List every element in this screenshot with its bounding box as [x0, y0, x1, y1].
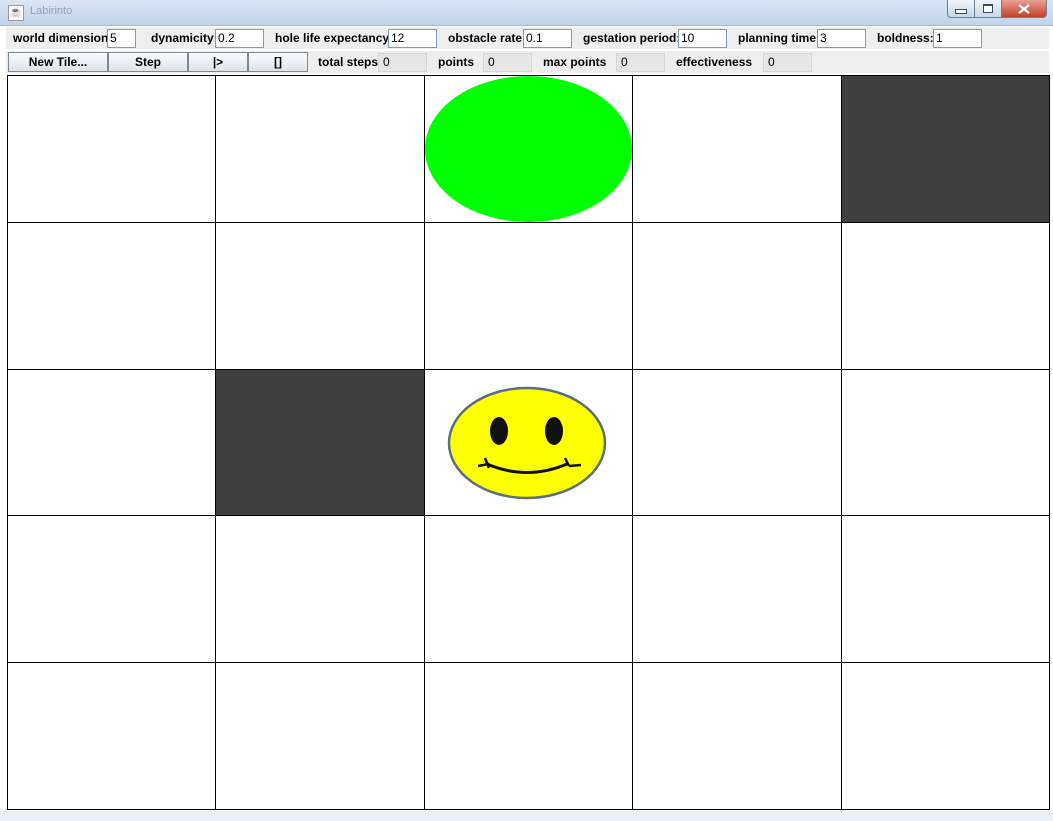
grid-cell-2-0[interactable]	[7, 368, 216, 516]
window-title: Labirinto	[30, 5, 73, 17]
grid-cell-4-4[interactable]	[840, 662, 1049, 809]
max-points-label: max points	[543, 55, 607, 69]
java-app-icon: ☕	[8, 5, 24, 21]
grid-cell-3-0[interactable]	[7, 515, 216, 663]
minimize-button[interactable]	[947, 0, 974, 18]
grid-cell-2-3[interactable]	[632, 368, 841, 516]
new-tile-button[interactable]: New Tile...	[8, 52, 108, 72]
grid-cell-1-1[interactable]	[215, 221, 424, 369]
grid-cell-2-2[interactable]	[423, 368, 633, 516]
world-grid[interactable]	[7, 75, 1050, 810]
agent-smiley-icon	[447, 386, 607, 500]
close-button[interactable]	[1001, 0, 1047, 18]
grid-cell-4-2[interactable]	[423, 662, 633, 809]
planning-time-field[interactable]: 3	[817, 29, 866, 48]
effectiveness-value: 0	[763, 53, 812, 72]
grid-cell-0-2[interactable]	[423, 75, 633, 222]
window-controls	[947, 0, 1047, 18]
grid-cell-3-1[interactable]	[215, 515, 424, 663]
grid-cell-4-3[interactable]	[632, 662, 841, 809]
max-points-value: 0	[616, 53, 665, 72]
grid-cell-1-2[interactable]	[423, 221, 633, 369]
parameters-panel: world dimension 5 dynamicity: 0.2 hole l…	[6, 27, 1049, 49]
grid-cell-0-3[interactable]	[632, 75, 841, 222]
grid-cell-0-1[interactable]	[215, 75, 424, 222]
total-steps-label: total steps	[318, 55, 379, 69]
points-value: 0	[483, 53, 532, 72]
obstacle-cell-2-1[interactable]	[215, 368, 424, 516]
grid-cell-2-4[interactable]	[840, 368, 1049, 516]
grid-cell-1-0[interactable]	[7, 221, 216, 369]
planning-time-label: planning time:	[738, 31, 820, 45]
gestation-period-label: gestation period:	[583, 31, 681, 45]
gestation-period-field[interactable]: 10	[678, 29, 727, 48]
boldness-label: boldness:	[877, 31, 934, 45]
world-dimension-label: world dimension	[13, 31, 109, 45]
grid-cell-1-4[interactable]	[840, 221, 1049, 369]
effectiveness-label: effectiveness	[676, 55, 753, 69]
grid-cell-4-1[interactable]	[215, 662, 424, 809]
boldness-field[interactable]: 1	[933, 29, 982, 48]
total-steps-value: 0	[378, 53, 427, 72]
points-label: points	[438, 55, 474, 69]
play-button[interactable]: |>	[188, 52, 248, 72]
dynamicity-label: dynamicity:	[151, 31, 218, 45]
obstacle-cell-0-4[interactable]	[840, 75, 1049, 222]
minimize-icon	[955, 8, 967, 14]
step-button[interactable]: Step	[108, 52, 188, 72]
controls-panel: New Tile... Step |> [] total steps 0 poi…	[6, 51, 1049, 73]
obstacle-rate-label: obstacle rate	[448, 31, 523, 45]
world-dimension-field[interactable]: 5	[107, 29, 136, 48]
maximize-icon	[983, 4, 993, 13]
grid-cell-3-3[interactable]	[632, 515, 841, 663]
hole-life-expectancy-label: hole life expectancy	[275, 31, 390, 45]
hole-icon	[424, 76, 633, 222]
dynamicity-field[interactable]: 0.2	[215, 29, 264, 48]
grid-cell-4-0[interactable]	[7, 662, 216, 809]
grid-cell-3-2[interactable]	[423, 515, 633, 663]
grid-cell-0-0[interactable]	[7, 75, 216, 222]
obstacle-rate-field[interactable]: 0.1	[523, 29, 572, 48]
hole-life-expectancy-field[interactable]: 12	[388, 29, 437, 48]
grid-cell-1-3[interactable]	[632, 221, 841, 369]
window-bottom-edge	[0, 811, 1053, 821]
close-icon	[1018, 3, 1030, 14]
stop-button[interactable]: []	[248, 52, 308, 72]
title-bar: ☕ Labirinto	[0, 0, 1053, 26]
maximize-button[interactable]	[974, 0, 1001, 18]
grid-cell-3-4[interactable]	[840, 515, 1049, 663]
